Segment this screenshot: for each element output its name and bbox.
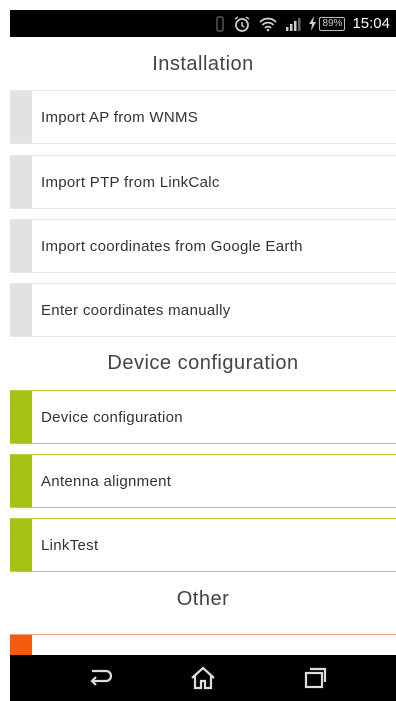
battery-level: 89% [319, 16, 346, 31]
section-title-other: Other [176, 588, 230, 610]
section-title-device-configuration: Device configuration [107, 352, 299, 374]
item-accent-bar [10, 391, 32, 443]
signal-icon [285, 17, 301, 31]
item-accent-bar [10, 455, 32, 507]
menu-item-device-configuration[interactable]: Device configuration [10, 390, 396, 444]
menu-item-enter-coordinates[interactable]: Enter coordinates manually [10, 283, 396, 337]
menu-item-label: Import AP from WNMS [41, 108, 199, 126]
menu-item-label: Import PTP from LinkCalc [41, 173, 220, 191]
battery-indicator: 89% [308, 16, 346, 31]
menu-item-import-google-earth[interactable]: Import coordinates from Google Earth [10, 219, 396, 273]
frame-top [0, 0, 396, 10]
back-icon[interactable] [83, 665, 117, 691]
vibrate-icon [214, 15, 226, 32]
menu-item-label: Device configuration [41, 408, 183, 426]
menu-item-antenna-alignment[interactable]: Antenna alignment [10, 454, 396, 508]
menu-item-label: Import coordinates from Google Earth [41, 237, 303, 255]
item-accent-bar [10, 91, 32, 143]
item-accent-bar [10, 635, 32, 655]
recent-apps-icon[interactable] [298, 665, 332, 691]
menu-item-import-ap-wnms[interactable]: Import AP from WNMS [10, 90, 396, 144]
item-accent-bar [10, 519, 32, 571]
charging-icon [308, 16, 317, 31]
status-bar: 89% 15:04 [10, 10, 396, 37]
menu-content: Installation Import AP from WNMS Import … [10, 37, 396, 655]
menu-item-other[interactable] [10, 634, 396, 655]
menu-item-label: Antenna alignment [41, 472, 172, 490]
menu-item-label: LinkTest [41, 536, 99, 554]
section-title-installation: Installation [152, 53, 254, 75]
frame-left [0, 10, 10, 701]
home-icon[interactable] [186, 665, 220, 691]
menu-item-label: Enter coordinates manually [41, 301, 231, 319]
item-accent-bar [10, 284, 32, 336]
menu-item-import-ptp-linkcalc[interactable]: Import PTP from LinkCalc [10, 155, 396, 209]
status-time: 15:04 [352, 15, 390, 32]
navigation-bar [10, 655, 396, 701]
wifi-icon [258, 16, 278, 32]
alarm-icon [233, 15, 251, 33]
menu-item-linktest[interactable]: LinkTest [10, 518, 396, 572]
item-accent-bar [10, 156, 32, 208]
item-accent-bar [10, 220, 32, 272]
